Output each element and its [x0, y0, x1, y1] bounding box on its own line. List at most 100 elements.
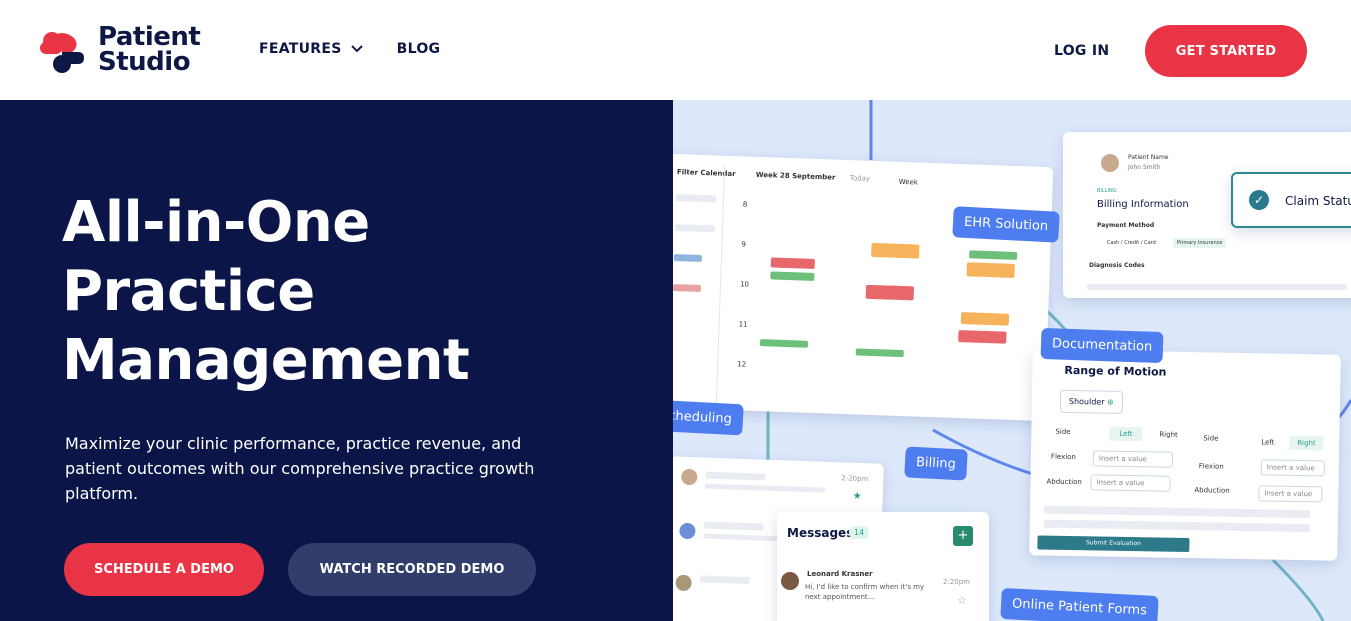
sender-avatar: [781, 572, 799, 590]
diagnosis-codes-label: Diagnosis Codes: [1089, 262, 1145, 269]
side-right-toggle[interactable]: Right: [1151, 427, 1186, 442]
watch-recorded-demo-button[interactable]: WATCH RECORDED DEMO: [288, 543, 536, 596]
flexion-label: Flexion: [1050, 452, 1076, 462]
body-icon: ⊕: [1107, 397, 1114, 407]
abduction-label-2: Abduction: [1194, 486, 1230, 495]
product-illustration: Filter Calendar Week 28 September Today …: [673, 100, 1351, 621]
payment-option-insurance[interactable]: Primary Insurance: [1173, 238, 1227, 248]
patient-name: John Smith: [1128, 164, 1161, 171]
rom-title: Range of Motion: [1064, 363, 1167, 379]
appointment-block[interactable]: [865, 284, 915, 301]
list-item-line: [703, 521, 764, 531]
payment-option-cash[interactable]: Cash / Credit / Card: [1107, 240, 1156, 246]
abduction-input-2[interactable]: Insert a value: [1258, 485, 1323, 503]
appointment-block[interactable]: [759, 339, 809, 348]
message-preview[interactable]: Hi, I'd like to confirm when it's my nex…: [805, 582, 935, 602]
week-label: Week 28 September: [755, 170, 836, 182]
get-started-button[interactable]: GET STARTED: [1145, 25, 1307, 77]
side-left-toggle[interactable]: Left: [1109, 426, 1143, 442]
claim-status-label: Claim Status: [1285, 194, 1351, 208]
calendar-card: Filter Calendar Week 28 September Today …: [673, 152, 1054, 422]
flexion-input[interactable]: Insert a value: [1092, 450, 1174, 468]
billing-tag: Billing: [904, 446, 968, 481]
nav-blog[interactable]: BLOG: [397, 41, 441, 57]
appointment-block[interactable]: [969, 250, 1018, 261]
appointment-block[interactable]: [770, 257, 815, 269]
appointment-block[interactable]: [770, 271, 815, 281]
patient-studio-logo[interactable]: Patient Studio: [36, 24, 201, 77]
list-item-line: [699, 575, 750, 585]
range-of-motion-card: Range of Motion Shoulder ⊕ Side Left Rig…: [1029, 349, 1341, 561]
billing-section-label: BILLING: [1097, 188, 1117, 194]
hero-description: Maximize your clinic performance, practi…: [65, 434, 535, 503]
avatar: [681, 468, 698, 486]
appointment-block[interactable]: [960, 312, 1010, 326]
patient-avatar: [1101, 154, 1119, 172]
filter-row: [673, 284, 701, 292]
abduction-input[interactable]: Insert a value: [1090, 474, 1171, 492]
appointment-block[interactable]: [966, 262, 1015, 278]
message-time: 2:20pm: [943, 578, 970, 586]
week-select[interactable]: Week: [899, 178, 918, 187]
diagnosis-field[interactable]: [1087, 284, 1347, 290]
schedule-demo-button[interactable]: SCHEDULE A DEMO: [64, 543, 264, 596]
ehr-solution-tag: EHR Solution: [952, 206, 1060, 243]
documentation-tag: Documentation: [1040, 327, 1164, 364]
billing-info-title: Billing Information: [1097, 199, 1189, 210]
side-right-toggle-2[interactable]: Right: [1289, 435, 1324, 451]
hour-label: 12: [737, 360, 747, 369]
patient-name-label: Patient Name: [1128, 154, 1169, 161]
hero-title-line1: All-in-One: [62, 190, 370, 255]
avatar: [675, 574, 692, 592]
messages-count-badge: 14: [849, 526, 870, 539]
avatar: [679, 522, 696, 540]
hero-section: All-in-One Practice Management Maximize …: [0, 100, 673, 621]
list-item-line: [705, 471, 766, 481]
filter-calendar-title: Filter Calendar: [676, 168, 736, 179]
hour-label: 10: [739, 280, 750, 289]
sender-name: Leonard Krasner: [807, 570, 873, 578]
filter-row: [675, 194, 717, 203]
filter-row: [674, 224, 716, 233]
list-time: 2:20pm: [841, 474, 869, 484]
hero-title: All-in-One Practice Management: [62, 188, 470, 395]
notes-field[interactable]: [1043, 519, 1310, 533]
sidebar-divider: [715, 165, 726, 406]
payment-method-label: Payment Method: [1097, 222, 1155, 229]
messages-card: Messages 14 + Leonard Krasner 2:20pm Hi,…: [777, 512, 989, 621]
hour-label: 11: [738, 320, 748, 329]
site-header: Patient Studio FEATURES BLOG LOG IN GET …: [0, 0, 1351, 100]
nav-features-label: FEATURES: [259, 41, 342, 57]
chevron-down-icon: [350, 45, 363, 53]
appointment-block[interactable]: [871, 242, 920, 259]
side-label-2: Side: [1203, 434, 1219, 443]
today-button[interactable]: Today: [850, 174, 871, 183]
brand-name-line2: Studio: [98, 47, 191, 77]
hour-label: 9: [741, 240, 747, 249]
notes-field[interactable]: [1043, 505, 1311, 519]
login-link[interactable]: LOG IN: [1054, 43, 1109, 59]
shoulder-select[interactable]: Shoulder ⊕: [1059, 389, 1123, 414]
abduction-label: Abduction: [1046, 477, 1082, 487]
logo-mark-icon: [40, 32, 84, 73]
appointment-block[interactable]: [958, 330, 1007, 344]
check-icon: ✓: [1249, 190, 1269, 210]
side-left-toggle-2[interactable]: Left: [1253, 435, 1282, 450]
flexion-input-2[interactable]: Insert a value: [1260, 459, 1325, 477]
star-icon[interactable]: ★: [853, 491, 862, 502]
shoulder-label: Shoulder: [1068, 396, 1105, 407]
messages-title: Messages: [787, 526, 854, 540]
hour-label: 8: [742, 200, 748, 209]
side-label: Side: [1055, 427, 1071, 436]
filter-row: [673, 254, 703, 263]
star-outline-icon[interactable]: ☆: [957, 594, 967, 607]
add-message-button[interactable]: +: [953, 526, 973, 546]
scheduling-tag: Scheduling: [673, 399, 744, 436]
list-item-line: [704, 483, 826, 493]
submit-evaluation-button[interactable]: Submit Evaluation: [1037, 535, 1190, 553]
hero-title-line2: Practice: [62, 259, 315, 324]
appointment-block[interactable]: [855, 348, 904, 358]
nav-features[interactable]: FEATURES: [259, 41, 363, 57]
flexion-label-2: Flexion: [1198, 462, 1224, 471]
claim-status-card[interactable]: ✓ Claim Status: [1231, 172, 1351, 228]
